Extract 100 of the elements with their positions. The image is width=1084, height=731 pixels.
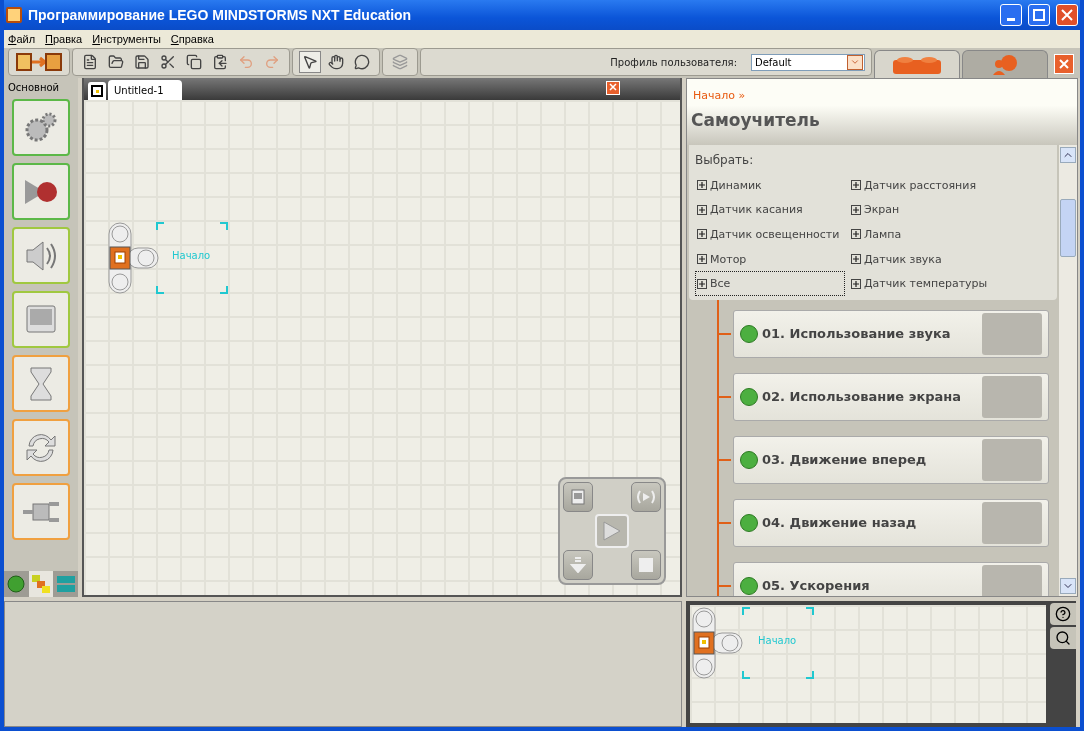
- breadcrumb-link[interactable]: Начало »: [693, 89, 746, 102]
- lesson-card[interactable]: 04. Движение назад: [733, 498, 1049, 547]
- controller-button[interactable]: [563, 482, 593, 512]
- maximize-icon: [1033, 9, 1045, 21]
- status-dot: [740, 450, 758, 469]
- minimize-icon: [1007, 17, 1015, 21]
- filter-item[interactable]: Экран: [849, 197, 999, 223]
- save-icon: [134, 54, 150, 70]
- programming-block-button[interactable]: [12, 163, 70, 220]
- filter-item[interactable]: Лампа: [849, 222, 999, 247]
- start-label: Начало: [758, 635, 797, 646]
- lesson-card[interactable]: 01. Использование звука: [733, 309, 1049, 358]
- panel-title: Самоучитель: [691, 110, 821, 130]
- programming-block-button[interactable]: [12, 227, 70, 284]
- menu-item[interactable]: Справка: [170, 33, 214, 45]
- zoom-button[interactable]: [1050, 627, 1076, 649]
- expand-plus-icon: [697, 204, 707, 215]
- profile-dropdown[interactable]: Default: [751, 53, 865, 71]
- lesson-title: 03. Движение вперед: [762, 452, 928, 468]
- close-document-button[interactable]: [606, 81, 620, 95]
- clipboard-icon: [212, 54, 228, 70]
- filter-label-text: Датчик звука: [864, 252, 942, 266]
- filter-item[interactable]: Датчик расстояния: [849, 173, 999, 198]
- lesson-title: 04. Движение назад: [762, 515, 918, 531]
- download-program-button[interactable]: [15, 51, 63, 73]
- lesson-card[interactable]: 03. Движение вперед: [733, 435, 1049, 484]
- filter-item[interactable]: Датчик освещенности: [695, 222, 845, 247]
- filter-label: Выбрать:: [695, 153, 755, 167]
- menu-item[interactable]: Инструменты: [92, 33, 161, 45]
- expand-plus-icon: [851, 254, 861, 265]
- filter-item[interactable]: Мотор: [695, 246, 845, 272]
- layers-icon: [392, 54, 408, 70]
- run-button[interactable]: [595, 514, 629, 548]
- status-dot: [740, 576, 758, 595]
- person-icon: [992, 53, 1018, 76]
- copy-icon: [186, 54, 202, 70]
- close-button[interactable]: [1056, 4, 1078, 26]
- pointer-icon: [302, 54, 318, 70]
- filter-label-text: Датчик температуры: [864, 277, 988, 291]
- filter-item[interactable]: Динамик: [695, 173, 845, 198]
- menu-item[interactable]: Правка: [45, 33, 83, 45]
- run-selected-button[interactable]: [631, 482, 661, 512]
- document-tab[interactable]: Untitled-1: [108, 80, 182, 100]
- filter-label-text: Лампа: [864, 228, 902, 241]
- redo-icon: [264, 54, 280, 70]
- photo-placeholder: [982, 438, 1042, 481]
- stop-button[interactable]: [631, 550, 661, 580]
- speech-bubble-icon: [354, 54, 370, 70]
- status-dot: [740, 324, 758, 343]
- filter-item[interactable]: Датчик температуры: [849, 271, 999, 296]
- filter-item[interactable]: Датчик звука: [849, 246, 999, 272]
- expand-plus-icon: [697, 254, 707, 265]
- minimize-button[interactable]: [1000, 4, 1022, 26]
- document-icon: [88, 82, 106, 100]
- brick-icon: [892, 54, 942, 75]
- scroll-thumb[interactable]: [1060, 199, 1076, 257]
- filter-item[interactable]: Датчик касания: [695, 197, 845, 223]
- close-panel-button[interactable]: [1054, 54, 1074, 74]
- lesson-card[interactable]: 02. Использование экрана: [733, 372, 1049, 421]
- scroll-down-button[interactable]: [1060, 578, 1076, 594]
- photo-placeholder: [982, 501, 1042, 544]
- filter-label-text: Динамик: [710, 178, 762, 192]
- lesson-title: 02. Использование экрана: [762, 389, 963, 405]
- menu-item[interactable]: Файл: [8, 33, 36, 45]
- programming-block-button[interactable]: [12, 419, 70, 476]
- scroll-up-button[interactable]: [1060, 147, 1076, 163]
- stop-square-icon: [638, 557, 654, 573]
- close-icon: [1059, 59, 1069, 69]
- bracket-corners-drawing: [742, 607, 814, 679]
- file-icon: [82, 54, 98, 70]
- help-icon: [1055, 606, 1071, 622]
- photo-placeholder: [982, 375, 1042, 418]
- lesson-card[interactable]: 05. Ускорения: [733, 561, 1049, 596]
- download-button[interactable]: [563, 550, 593, 580]
- lesson-title: 05. Ускорения: [762, 578, 871, 594]
- palette-tab[interactable]: [28, 571, 54, 597]
- expand-plus-icon: [851, 204, 861, 215]
- maximize-button[interactable]: [1028, 4, 1050, 26]
- help-button[interactable]: [1050, 603, 1076, 625]
- panel-tab[interactable]: [874, 50, 960, 78]
- filter-item[interactable]: Все: [695, 271, 845, 296]
- photo-placeholder: [982, 312, 1042, 355]
- search-icon: [1055, 630, 1071, 646]
- undo-icon: [238, 54, 254, 70]
- palette-tab[interactable]: [4, 571, 29, 597]
- scissors-icon: [160, 54, 176, 70]
- photo-placeholder: [982, 564, 1042, 596]
- programming-block-button[interactable]: [12, 99, 70, 156]
- chevron-down-icon: [850, 57, 860, 67]
- hand-icon: [328, 54, 344, 70]
- expand-plus-icon: [697, 278, 707, 289]
- panel-tab[interactable]: [962, 50, 1048, 78]
- download-arrow-icon: [16, 52, 62, 72]
- play-icon: [602, 520, 622, 542]
- close-icon: [609, 83, 617, 91]
- lesson-title: 01. Использование звука: [762, 326, 952, 342]
- pointer-tool-button[interactable]: [299, 51, 321, 73]
- programming-block-button[interactable]: [12, 483, 70, 540]
- status-dot: [740, 513, 758, 532]
- blocks-icon: [31, 574, 51, 594]
